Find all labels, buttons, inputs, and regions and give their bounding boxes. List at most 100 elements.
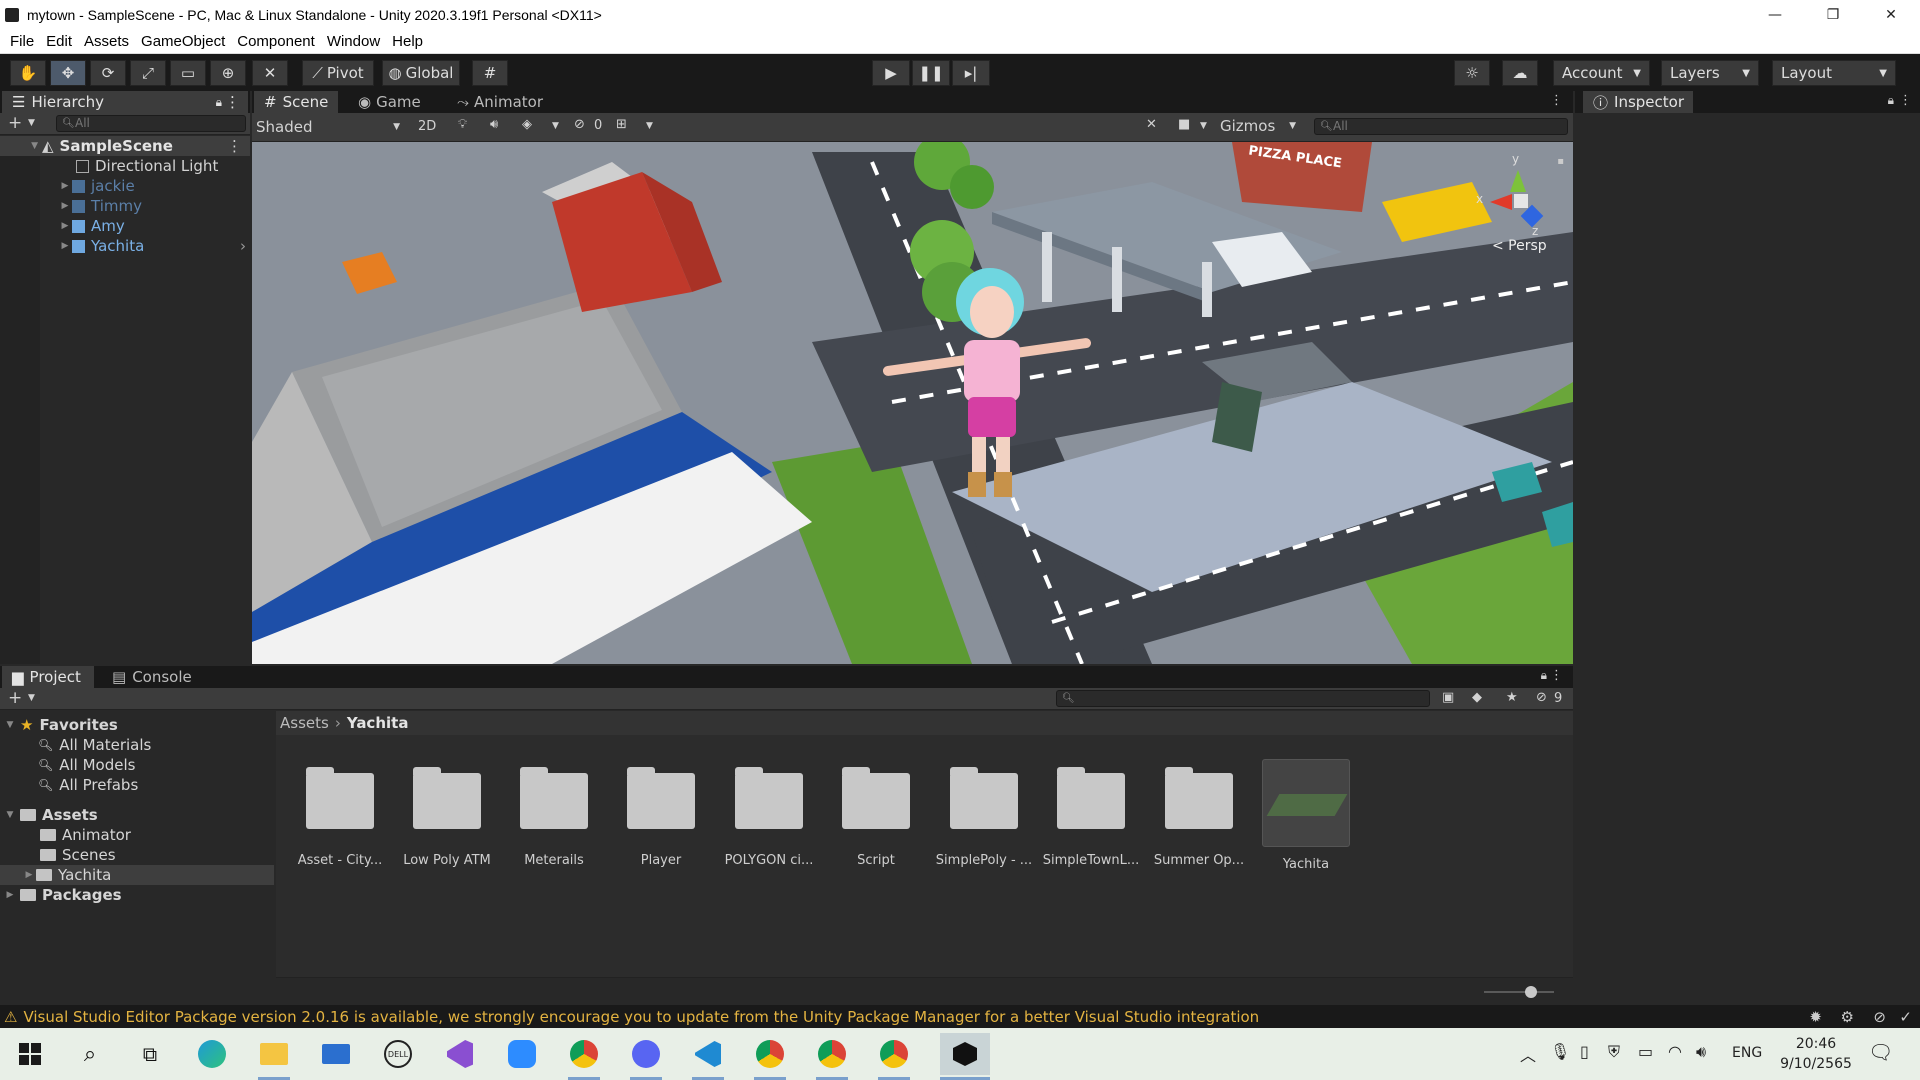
clock[interactable]: 20:46 9/10/2565: [1776, 1034, 1856, 1074]
file-explorer-icon[interactable]: [258, 1038, 290, 1080]
tools-icon[interactable]: ✕: [1146, 117, 1157, 132]
account-dropdown[interactable]: Account ▼: [1553, 60, 1650, 86]
expand-arrow-icon[interactable]: ▼: [0, 810, 20, 820]
rect-tool-icon[interactable]: ▭: [170, 60, 206, 86]
vscode-icon[interactable]: [692, 1038, 724, 1080]
assets-folder-row[interactable]: ▼ Assets: [0, 805, 98, 825]
chevron-down-icon[interactable]: ▼: [28, 118, 35, 128]
tab-hierarchy[interactable]: ☰ Hierarchy 🔒︎ ⋮: [2, 91, 248, 113]
chevron-right-icon[interactable]: ›: [240, 237, 246, 255]
collab-icon[interactable]: ⚙: [1841, 1008, 1854, 1026]
lock-icon[interactable]: 🔒︎: [1541, 668, 1547, 683]
expand-arrow-icon[interactable]: ▶: [58, 241, 72, 251]
edge-icon[interactable]: [196, 1038, 228, 1070]
cloud-icon[interactable]: ☁: [1502, 60, 1538, 86]
menu-window[interactable]: Window: [321, 33, 386, 50]
hidden-packages-icon[interactable]: ⊘: [1536, 690, 1547, 705]
asset-item[interactable]: Player: [611, 759, 711, 868]
more-options-icon[interactable]: ⋮: [1550, 668, 1563, 683]
volume-icon[interactable]: 🔊︎: [1696, 1042, 1706, 1062]
check-icon[interactable]: ✓: [1899, 1008, 1912, 1026]
grid-snap-icon[interactable]: #: [472, 60, 508, 86]
hidden-objects-icon[interactable]: ⊘: [574, 117, 585, 132]
zoom-slider-handle[interactable]: [1525, 986, 1537, 998]
layout-dropdown[interactable]: Layout ▼: [1772, 60, 1896, 86]
maximize-button[interactable]: ❐: [1804, 0, 1862, 29]
services-icon[interactable]: ☼: [1454, 60, 1490, 86]
battery-icon[interactable]: ▭: [1638, 1042, 1653, 1061]
packages-folder-row[interactable]: ▶ Packages: [0, 885, 122, 905]
lock-icon[interactable]: 🔒︎: [216, 95, 222, 110]
tab-project[interactable]: ▆ Project: [2, 666, 94, 688]
notifications-icon[interactable]: 🗨︎: [1868, 1040, 1893, 1064]
custom-tool-icon[interactable]: ✕: [252, 60, 288, 86]
dell-icon[interactable]: DELL: [382, 1038, 414, 1070]
chrome-3-icon[interactable]: [878, 1038, 910, 1080]
scale-tool-icon[interactable]: ⤢: [130, 60, 166, 86]
microphone-icon[interactable]: 🎙︎: [1550, 1042, 1570, 1061]
pause-button[interactable]: ❚❚: [912, 60, 950, 86]
hierarchy-item[interactable]: ▶ Amy: [58, 216, 125, 236]
2d-toggle[interactable]: 2D: [418, 119, 436, 134]
asset-item[interactable]: Summer Op...: [1149, 759, 1249, 868]
favorite-item[interactable]: 🔍︎ All Models: [38, 755, 135, 775]
discord-icon[interactable]: [630, 1038, 662, 1080]
folder-row-selected[interactable]: ▶ Yachita: [0, 865, 274, 885]
chevron-down-icon[interactable]: ▼: [646, 121, 653, 131]
visual-studio-icon[interactable]: [444, 1038, 476, 1070]
device-icon[interactable]: ▯: [1580, 1042, 1589, 1061]
project-search-input[interactable]: 🔍︎: [1056, 690, 1430, 707]
scene-search-input[interactable]: 🔍︎ All: [1314, 118, 1568, 135]
favorite-item[interactable]: 🔍︎ All Materials: [38, 735, 151, 755]
chrome-profile-icon[interactable]: [754, 1038, 786, 1080]
task-view-icon[interactable]: ⧉: [134, 1038, 166, 1070]
asset-item[interactable]: POLYGON ci...: [719, 759, 819, 868]
tab-console[interactable]: ▤ Console: [102, 666, 202, 688]
close-button[interactable]: ✕: [1862, 0, 1920, 29]
tab-animator[interactable]: ⤳ Animator: [447, 91, 553, 113]
expand-arrow-icon[interactable]: ▶: [22, 870, 36, 880]
tab-scene[interactable]: # Scene: [254, 91, 338, 113]
debug-icon[interactable]: ✹: [1809, 1008, 1822, 1026]
filter-by-type-icon[interactable]: ▣: [1442, 690, 1454, 705]
breadcrumb-item[interactable]: Assets: [280, 714, 329, 732]
scene-viewport[interactable]: y x z < Persp ▪ PIZZA PLACE: [252, 142, 1573, 664]
asset-item[interactable]: Asset - City...: [290, 759, 390, 868]
hierarchy-item[interactable]: Directional Light: [76, 156, 218, 176]
lock-icon[interactable]: ▪: [1557, 156, 1564, 167]
hand-tool-icon[interactable]: ✋: [10, 60, 46, 86]
layers-dropdown[interactable]: Layers ▼: [1661, 60, 1759, 86]
hierarchy-item[interactable]: ▶ jackie: [58, 176, 135, 196]
transform-tool-icon[interactable]: ⊕: [210, 60, 246, 86]
global-toggle[interactable]: ◍ Global: [382, 60, 460, 86]
lighting-icon[interactable]: 💡︎: [458, 117, 467, 132]
hierarchy-search-input[interactable]: 🔍︎ All: [56, 115, 246, 132]
asset-item[interactable]: Script: [826, 759, 926, 868]
more-options-icon[interactable]: ⋮: [1899, 93, 1912, 108]
more-options-icon[interactable]: ⋮: [227, 137, 242, 155]
menu-component[interactable]: Component: [231, 33, 321, 50]
search-icon[interactable]: ⌕: [74, 1038, 106, 1070]
chevron-up-icon[interactable]: ︿: [1520, 1042, 1536, 1066]
language-indicator[interactable]: ENG: [1732, 1045, 1762, 1061]
chevron-down-icon[interactable]: ▼: [28, 693, 35, 703]
folder-row[interactable]: Scenes: [40, 845, 116, 865]
chrome-profile-2-icon[interactable]: [816, 1038, 848, 1080]
minimize-button[interactable]: —: [1746, 0, 1804, 29]
unity-icon[interactable]: [940, 1033, 990, 1080]
tab-inspector[interactable]: ⓘ Inspector: [1583, 91, 1693, 113]
step-button[interactable]: ▸|: [952, 60, 990, 86]
add-icon[interactable]: +: [8, 113, 22, 133]
breadcrumb-item[interactable]: Yachita: [347, 714, 409, 732]
hierarchy-item[interactable]: ▶ Yachita ›: [58, 236, 250, 256]
status-bar[interactable]: ⚠ Visual Studio Editor Package version 2…: [0, 1005, 1920, 1028]
expand-arrow-icon[interactable]: ▼: [0, 141, 42, 151]
favorites-row[interactable]: ▼ ★ Favorites: [0, 715, 118, 735]
play-button[interactable]: ▶: [872, 60, 910, 86]
menu-file[interactable]: File: [4, 33, 40, 50]
expand-arrow-icon[interactable]: ▶: [58, 201, 72, 211]
asset-item[interactable]: Meterails: [504, 759, 604, 868]
folder-row[interactable]: Animator: [40, 825, 131, 845]
asset-item[interactable]: Yachita: [1256, 759, 1356, 872]
chevron-down-icon[interactable]: ▼: [552, 121, 559, 131]
